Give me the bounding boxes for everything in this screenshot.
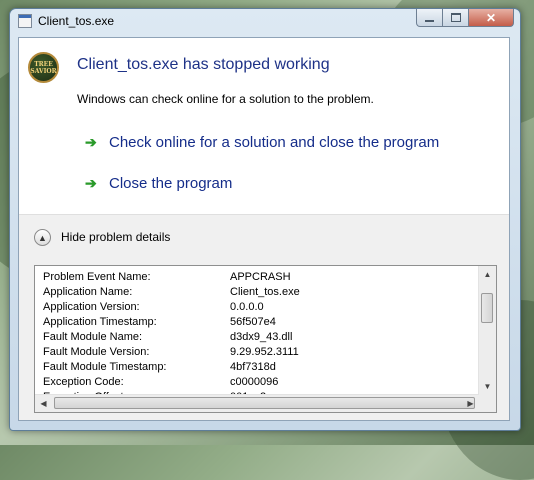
detail-value: 0.0.0.0 (230, 301, 264, 313)
detail-row: Fault Module Version: 9.29.952.3111 (43, 345, 483, 360)
chevron-up-icon[interactable]: ▲ (34, 229, 51, 246)
detail-row: Fault Module Timestamp: 4bf7318d (43, 360, 483, 375)
vertical-scrollbar[interactable]: ▲ ▼ (478, 266, 496, 395)
detail-key: Application Timestamp: (43, 316, 157, 328)
detail-key: Exception Code: (43, 376, 124, 388)
minimize-icon (425, 19, 434, 22)
details-list: Problem Event Name: APPCRASH Application … (43, 270, 483, 405)
scroll-down-arrow-icon[interactable]: ▼ (479, 378, 496, 395)
command-label: Check online for a solution and close th… (109, 134, 440, 151)
check-online-command-link[interactable]: ➔ Check online for a solution and close … (85, 134, 439, 151)
horizontal-scroll-thumb[interactable] (54, 397, 475, 409)
detail-value: 9.29.952.3111 (230, 346, 299, 358)
detail-key: Application Version: (43, 301, 140, 313)
detail-value: Client_tos.exe (230, 286, 300, 298)
scroll-up-arrow-icon[interactable]: ▲ (479, 266, 496, 283)
minimize-button[interactable] (416, 9, 443, 27)
detail-key: Application Name: (43, 286, 133, 298)
scroll-right-arrow-icon[interactable]: ▶ (462, 395, 479, 412)
command-label: Close the program (109, 175, 233, 192)
detail-key: Fault Module Timestamp: (43, 361, 167, 373)
detail-key: Fault Module Version: (43, 346, 150, 358)
close-program-command-link[interactable]: ➔ Close the program (85, 175, 232, 192)
close-button[interactable]: ✕ (469, 9, 514, 27)
error-subtitle: Windows can check online for a solution … (77, 92, 374, 106)
detail-value: d3dx9_43.dll (230, 331, 293, 343)
detail-row: Exception Code: c0000096 (43, 375, 483, 390)
detail-value: 56f507e4 (230, 316, 276, 328)
tree-of-savior-logo-icon: TREE SAVIOR (28, 52, 59, 83)
title-bar[interactable]: Client_tos.exe ✕ (10, 9, 520, 35)
logo-text-line2: SAVIOR (30, 67, 57, 75)
detail-value: APPCRASH (230, 271, 291, 283)
detail-row: Application Name: Client_tos.exe (43, 285, 483, 300)
hide-problem-details-link[interactable]: Hide problem details (61, 230, 170, 244)
scroll-left-arrow-icon[interactable]: ◀ (35, 395, 52, 412)
details-toggle-bar: ▲ Hide problem details (19, 214, 509, 263)
error-title: Client_tos.exe has stopped working (77, 56, 330, 73)
detail-row: Application Timestamp: 56f507e4 (43, 315, 483, 330)
detail-key: Problem Event Name: (43, 271, 151, 283)
logo-text-line1: TREE (34, 60, 53, 68)
problem-details-textbox[interactable]: Problem Event Name: APPCRASH Application … (34, 265, 497, 413)
application-window-icon (18, 14, 32, 28)
maximize-icon (450, 13, 461, 22)
error-dialog-window: Client_tos.exe ✕ TREE SAVIOR Client_tos.… (9, 8, 521, 431)
horizontal-scrollbar[interactable]: ◀ ▶ (35, 394, 479, 412)
detail-row: Application Version: 0.0.0.0 (43, 300, 483, 315)
green-arrow-icon: ➔ (85, 134, 97, 150)
detail-row: Fault Module Name: d3dx9_43.dll (43, 330, 483, 345)
details-panel: Problem Event Name: APPCRASH Application … (19, 262, 509, 420)
green-arrow-icon: ➔ (85, 175, 97, 191)
maximize-button[interactable] (443, 9, 469, 27)
window-title: Client_tos.exe (38, 14, 115, 28)
dialog-content: TREE SAVIOR Client_tos.exe has stopped w… (18, 37, 510, 421)
close-icon: ✕ (485, 10, 497, 25)
detail-value: 4bf7318d (230, 361, 276, 373)
scrollbar-corner (479, 395, 496, 412)
detail-value: c0000096 (230, 376, 279, 388)
vertical-scroll-thumb[interactable] (481, 293, 493, 323)
caption-buttons: ✕ (416, 9, 514, 27)
detail-row: Problem Event Name: APPCRASH (43, 270, 483, 285)
detail-key: Fault Module Name: (43, 331, 143, 343)
